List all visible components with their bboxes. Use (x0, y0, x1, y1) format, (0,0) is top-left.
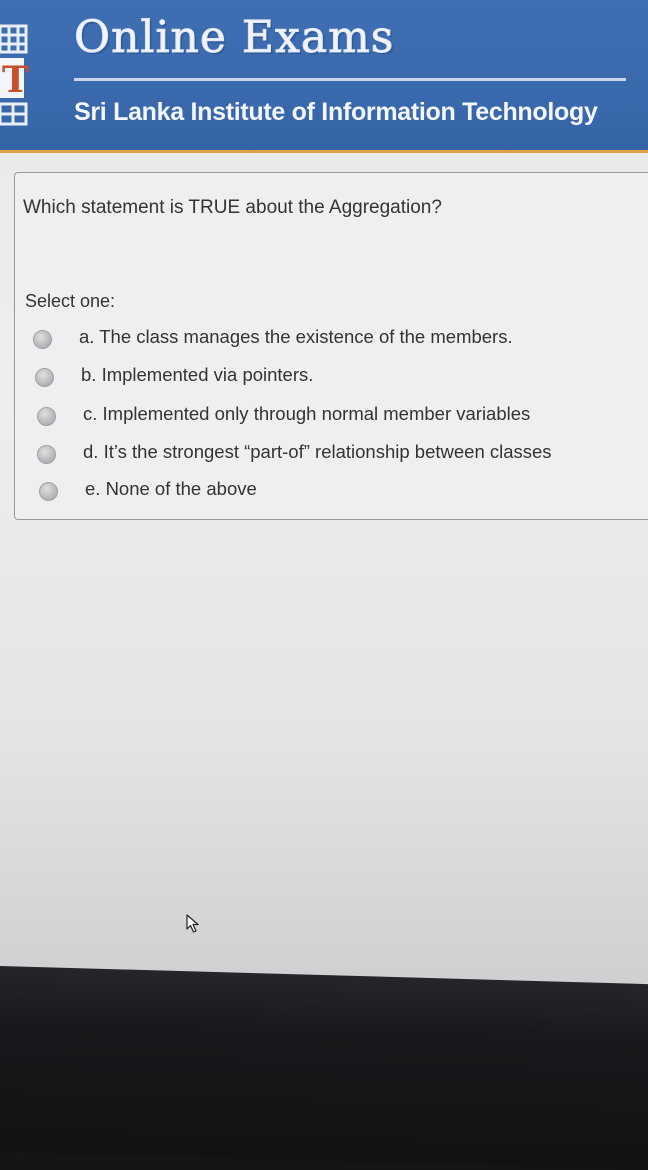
mouse-pointer-icon (186, 914, 199, 933)
site-header: T Online Exams Sri Lanka Institute of In… (0, 0, 648, 153)
browser-viewport: T Online Exams Sri Lanka Institute of In… (0, 0, 648, 990)
question-card: Which statement is TRUE about the Aggreg… (14, 172, 648, 520)
title-divider (74, 78, 626, 81)
site-subtitle: Sri Lanka Institute of Information Techn… (74, 98, 598, 126)
question-text: Which statement is TRUE about the Aggreg… (23, 197, 442, 218)
monitor-bezel (0, 966, 648, 1170)
answer-option-label[interactable]: a. The class manages the existence of th… (79, 326, 513, 348)
answer-option-label[interactable]: d. It’s the strongest “part-of” relation… (83, 441, 552, 463)
answer-option-label[interactable]: e. None of the above (85, 478, 257, 500)
answer-option-label[interactable]: b. Implemented via pointers. (81, 364, 313, 386)
radio-button[interactable] (37, 445, 56, 464)
site-title: Online Exams (73, 12, 395, 64)
radio-button[interactable] (39, 482, 58, 501)
radio-button[interactable] (37, 407, 56, 426)
radio-button[interactable] (35, 368, 54, 387)
select-one-prompt: Select one: (25, 291, 116, 311)
answer-option-label[interactable]: c. Implemented only through normal membe… (83, 403, 530, 425)
svg-text:T: T (2, 59, 29, 101)
radio-button[interactable] (33, 330, 52, 349)
institute-logo-icon: T (0, 24, 29, 126)
